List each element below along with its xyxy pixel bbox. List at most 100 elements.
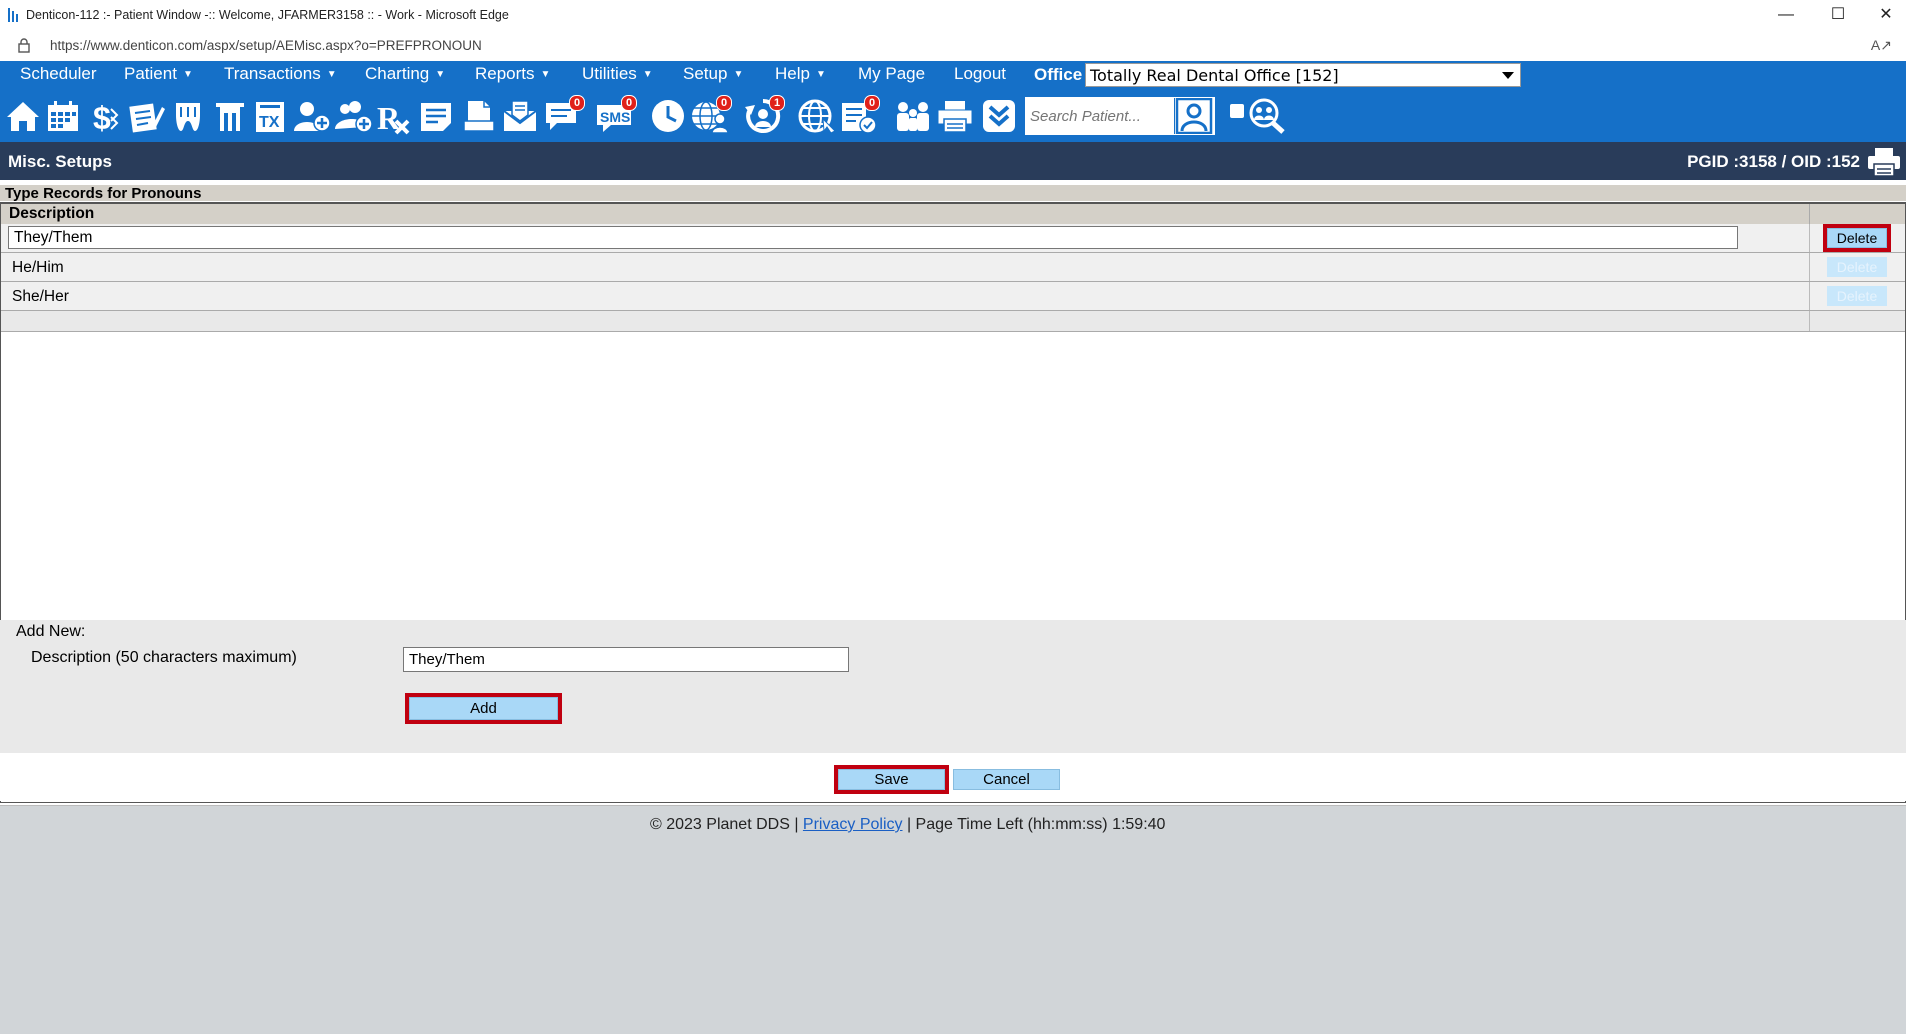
menu-scheduler[interactable]: Scheduler — [20, 64, 97, 84]
page-time-left: | Page Time Left (hh:mm:ss) 1:59:40 — [906, 816, 1166, 833]
denticon-app-icon — [8, 8, 18, 22]
caret-icon: ▼ — [435, 69, 446, 80]
page-title: Misc. Setups — [8, 152, 112, 171]
column-divider — [1809, 253, 1810, 281]
chevron-down-icon — [1502, 72, 1514, 79]
messages-icon[interactable]: 0 — [543, 95, 585, 135]
notes-icon[interactable] — [416, 97, 456, 135]
add-family-icon[interactable] — [333, 97, 373, 135]
clock-icon[interactable] — [648, 97, 688, 135]
description-edit-input[interactable] — [8, 226, 1738, 249]
web-users-badge: 0 — [716, 95, 732, 111]
address-bar: https://www.denticon.com/aspx/setup/AEMi… — [0, 31, 1906, 62]
column-divider — [1809, 282, 1810, 310]
column-divider — [1809, 224, 1810, 252]
close-button[interactable]: ✕ — [1874, 4, 1898, 26]
grid-header: Description — [1, 204, 1905, 224]
svg-text:SMS: SMS — [600, 109, 630, 125]
column-divider — [1809, 311, 1810, 331]
tooth-icon[interactable] — [168, 97, 208, 135]
advanced-search-icon[interactable] — [1247, 97, 1287, 135]
recall-badge: 1 — [769, 95, 785, 111]
dropdown-icon[interactable] — [979, 97, 1019, 135]
calendar-icon[interactable] — [43, 97, 83, 135]
family-icon[interactable] — [893, 97, 933, 135]
table-row: He/Him Delete — [1, 253, 1905, 282]
description-cell[interactable]: He/Him — [12, 259, 64, 277]
page-footer: © 2023 Planet DDS | Privacy Policy | Pag… — [0, 805, 1906, 1034]
column-divider — [1809, 204, 1810, 224]
caret-icon: ▼ — [815, 69, 826, 80]
delete-button[interactable]: Delete — [1827, 286, 1887, 306]
add-button[interactable]: Add — [405, 693, 562, 724]
main-menu: Scheduler Patient ▼ Transactions ▼ Chartin… — [0, 61, 1906, 90]
action-row: Save Cancel — [0, 753, 1906, 801]
advanced-search-checkbox[interactable] — [1230, 104, 1244, 118]
window-titlebar: Denticon-112 :- Patient Window -:: Welco… — [0, 0, 1906, 31]
patient-search — [1025, 97, 1215, 135]
home-icon[interactable] — [3, 97, 43, 135]
office-label: Office — [1034, 65, 1083, 84]
caret-icon: ▼ — [540, 69, 551, 80]
dollar-icon[interactable]: $ — [83, 97, 123, 136]
svg-text:$: $ — [93, 100, 111, 135]
page-header: Misc. Setups PGID :3158 / OID :152 — [0, 142, 1906, 180]
teeth-chart-icon[interactable] — [210, 97, 250, 135]
office-select[interactable]: Totally Real Dental Office [152] — [1085, 63, 1521, 87]
menu-patient[interactable]: Patient ▼ — [124, 64, 193, 84]
printer-icon[interactable] — [935, 97, 975, 135]
rx-icon[interactable]: R — [374, 97, 414, 136]
menu-help[interactable]: Help ▼ — [775, 64, 826, 84]
table-row: Delete — [1, 224, 1905, 253]
description-label: Description (50 characters maximum) — [31, 649, 297, 666]
minimize-button[interactable]: — — [1774, 4, 1798, 26]
menu-charting[interactable]: Charting ▼ — [365, 64, 445, 84]
menu-setup[interactable]: Setup ▼ — [683, 64, 743, 84]
delete-button[interactable]: Delete — [1827, 257, 1887, 277]
new-description-input[interactable] — [403, 647, 849, 672]
add-new-section: Add New: Description (50 characters maxi… — [0, 620, 1906, 753]
window-title: Denticon-112 :- Patient Window -:: Welco… — [26, 8, 509, 22]
cancel-button[interactable]: Cancel — [953, 769, 1060, 790]
menu-my-page[interactable]: My Page — [858, 64, 925, 84]
caret-icon: ▼ — [642, 69, 653, 80]
delete-button[interactable]: Delete — [1823, 224, 1891, 252]
document-icon[interactable] — [458, 97, 498, 135]
read-aloud-icon[interactable]: A↗ — [1871, 37, 1892, 54]
mail-icon[interactable] — [500, 97, 540, 135]
caret-icon: ▼ — [733, 69, 744, 80]
menu-reports[interactable]: Reports ▼ — [475, 64, 550, 84]
office-select-value: Totally Real Dental Office [152] — [1090, 66, 1339, 85]
footer-line: © 2023 Planet DDS | Privacy Policy | Pag… — [650, 816, 1165, 834]
ledger-pen-icon[interactable] — [126, 97, 166, 135]
recall-icon[interactable]: 1 — [743, 95, 785, 135]
caret-icon: ▼ — [182, 69, 193, 80]
maximize-button[interactable]: ☐ — [1826, 4, 1850, 26]
privacy-policy-link[interactable]: Privacy Policy — [803, 816, 903, 833]
forms-badge: 0 — [864, 95, 880, 111]
globe-icon[interactable] — [797, 97, 837, 135]
forms-icon[interactable]: 0 — [838, 95, 880, 135]
description-cell[interactable]: She/Her — [12, 288, 69, 306]
tx-icon[interactable]: TX — [250, 97, 290, 135]
menu-logout[interactable]: Logout — [954, 64, 1006, 84]
records-title: Type Records for Pronouns — [0, 185, 1906, 202]
column-header-description[interactable]: Description — [9, 205, 94, 223]
svg-text:TX: TX — [259, 114, 280, 131]
sms-icon[interactable]: SMS 0 — [595, 95, 637, 135]
patient-search-icon[interactable] — [1174, 97, 1213, 135]
web-users-icon[interactable]: 0 — [690, 95, 732, 135]
menu-utilities[interactable]: Utilities ▼ — [582, 64, 653, 84]
print-icon[interactable] — [1866, 146, 1902, 178]
add-new-label: Add New: — [16, 623, 86, 640]
patient-search-input[interactable] — [1025, 97, 1177, 135]
sms-badge: 0 — [621, 95, 637, 111]
url-text[interactable]: https://www.denticon.com/aspx/setup/AEMi… — [50, 38, 482, 53]
add-patient-icon[interactable] — [291, 97, 331, 135]
caret-icon: ▼ — [326, 69, 337, 80]
menu-transactions[interactable]: Transactions ▼ — [224, 64, 337, 84]
lock-icon — [18, 38, 30, 53]
save-button[interactable]: Save — [834, 765, 949, 794]
table-row: She/Her Delete — [1, 282, 1905, 311]
empty-row — [1, 311, 1905, 332]
